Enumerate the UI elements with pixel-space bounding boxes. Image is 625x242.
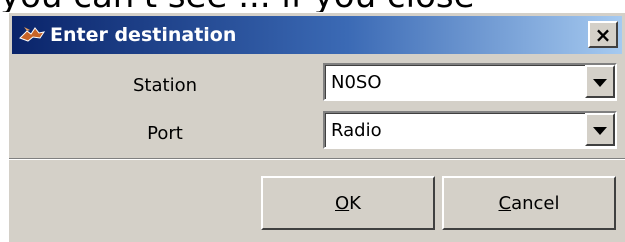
station-label: Station <box>133 75 197 96</box>
close-icon: × <box>594 22 612 47</box>
separator <box>9 158 625 160</box>
ok-mnemonic: O <box>335 192 350 214</box>
chevron-down-icon <box>593 120 607 139</box>
close-button[interactable]: × <box>588 21 618 48</box>
enter-destination-dialog: Enter destination × Station N0SO Port Ra… <box>8 12 625 242</box>
station-value: N0SO <box>331 71 382 93</box>
cancel-mnemonic: C <box>498 192 512 214</box>
port-value: Radio <box>331 119 382 141</box>
ok-button[interactable]: OK <box>261 176 435 230</box>
station-dropdown-button[interactable] <box>585 65 615 98</box>
port-label: Port <box>147 123 183 144</box>
station-combobox[interactable]: N0SO <box>323 63 617 101</box>
cancel-label: ancel <box>511 192 560 214</box>
bird-icon <box>18 23 46 47</box>
ok-label: K <box>349 192 361 214</box>
cancel-button[interactable]: Cancel <box>442 176 616 230</box>
dialog-title: Enter destination <box>50 24 237 46</box>
background-text: you can't see ... if you close <box>0 0 625 12</box>
port-dropdown-button[interactable] <box>585 113 615 146</box>
title-bar[interactable]: Enter destination × <box>12 16 622 54</box>
chevron-down-icon <box>593 72 607 91</box>
port-combobox[interactable]: Radio <box>323 111 617 149</box>
